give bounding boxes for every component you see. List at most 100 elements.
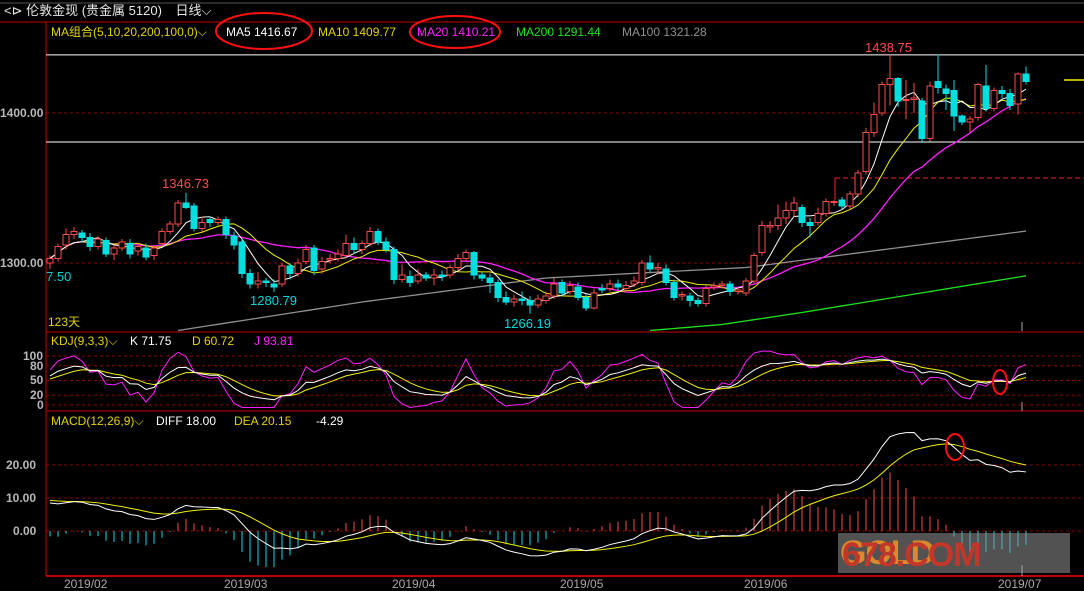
candle-up [846,193,854,207]
candle-down [238,241,246,274]
candle-down [798,207,806,223]
candle-up [830,201,838,203]
chevron-down-icon: ⌵ [197,25,207,39]
x-tick-label: 2019/02 [64,577,108,591]
candle-up [366,231,374,244]
macd-label: MACD(12,26,9) [51,414,135,428]
candle-up [398,274,406,280]
days-count-label: 123天 [48,315,81,329]
candle-down [478,274,486,279]
candle-up [878,84,886,114]
ma200-value: MA200 1291.44 [516,25,601,39]
candle-up [566,285,574,292]
x-tick-label: 2019/04 [392,577,436,591]
candle-up [974,84,982,118]
candle-up [254,280,262,285]
low-annotation-1: 1280.79 [250,293,297,308]
candle-down [694,300,702,304]
high-annotation-2: 1438.75 [865,40,912,55]
candle-down [390,249,398,280]
candle-up [550,283,558,297]
candle-down [646,262,654,270]
chevron-down-icon: ⌵ [134,414,144,428]
period-label: 日线 [175,3,202,18]
kdj-j-value: J 93.81 [254,334,294,348]
candle-up [606,283,614,289]
candle-down [670,282,678,298]
candle-down [86,237,94,247]
highlight-ellipse-kdj [992,369,1008,395]
candle-up [926,85,934,139]
candle-down [1006,93,1014,106]
candle-down [558,282,566,294]
period-selector[interactable]: 日线⌵ [176,3,212,18]
candle-up [150,247,158,256]
kdj-tick-80: 80 [30,359,44,373]
candle-up [318,261,326,270]
kdj-k-value: K 71.75 [130,334,172,348]
candle-up [678,294,686,297]
back-icon[interactable]: <⊳ [4,3,22,18]
macd-tick-0: 0.00 [13,524,37,538]
candle-up [638,262,646,283]
candle-down [1022,73,1030,82]
candle-up [110,247,118,255]
low-annotation-2: 1266.19 [504,316,551,331]
cut-price-label: 7.50 [46,269,72,284]
candle-up [654,267,662,270]
candle-up [758,225,766,253]
candle-up [430,274,438,279]
candle-up [302,249,310,262]
candle-up [454,258,462,268]
macd-selector[interactable]: MACD(12,26,9)⌵ [51,414,143,428]
candle-down [526,300,534,306]
candle-down [918,100,926,139]
candle-down [934,81,942,88]
candle-down [470,252,478,276]
x-tick-label: 2019/07 [998,577,1042,591]
ma-group-label: MA组合(5,10,20,200,100,0) [51,25,198,39]
candle-up [462,252,470,259]
ma5-line [49,88,1027,302]
candle-up [718,283,726,286]
candle-up [870,114,878,133]
candle-down [182,202,190,208]
candle-up [1014,73,1022,105]
candle-up [334,253,342,259]
candle-up [134,246,142,252]
chevron-down-icon: ⌵ [201,3,212,18]
candle-down [350,243,358,250]
kdj-selector[interactable]: KDJ(9,3,3)⌵ [51,334,117,348]
candle-up [198,222,206,229]
candle-up [734,289,742,292]
candle-up [766,225,774,228]
macd-dea-value: DEA 20.15 [234,414,292,428]
candle-up [174,202,182,225]
candle-up [414,274,422,282]
candle-down [950,90,958,117]
candle-down [686,295,694,301]
ma10-value: MA10 1409.77 [318,25,397,39]
candle-down [438,274,446,277]
candle-up [542,295,550,301]
candle-down [942,88,950,94]
candle-down [614,283,622,288]
candle-down [78,232,86,238]
candle-down [102,240,110,255]
ma100-line [177,230,1027,332]
candle-up [54,246,62,259]
chart-header: <⊳ 伦敦金现 (贵金属 5120) 日线⌵ [4,4,211,18]
candle-down [502,297,510,303]
candle-up [70,231,78,235]
candle-up [910,97,918,100]
candle-down [270,283,278,288]
candle-up [990,90,998,109]
ma-group-selector[interactable]: MA组合(5,10,20,200,100,0)⌵ [51,25,207,39]
candle-down [598,288,606,291]
candle-up [590,292,598,309]
candle-down [574,286,582,298]
candle-down [406,276,414,283]
ma20-value: MA20 1410.21 [417,25,496,39]
candle-up [326,258,334,261]
price-chart[interactable] [0,0,1084,591]
